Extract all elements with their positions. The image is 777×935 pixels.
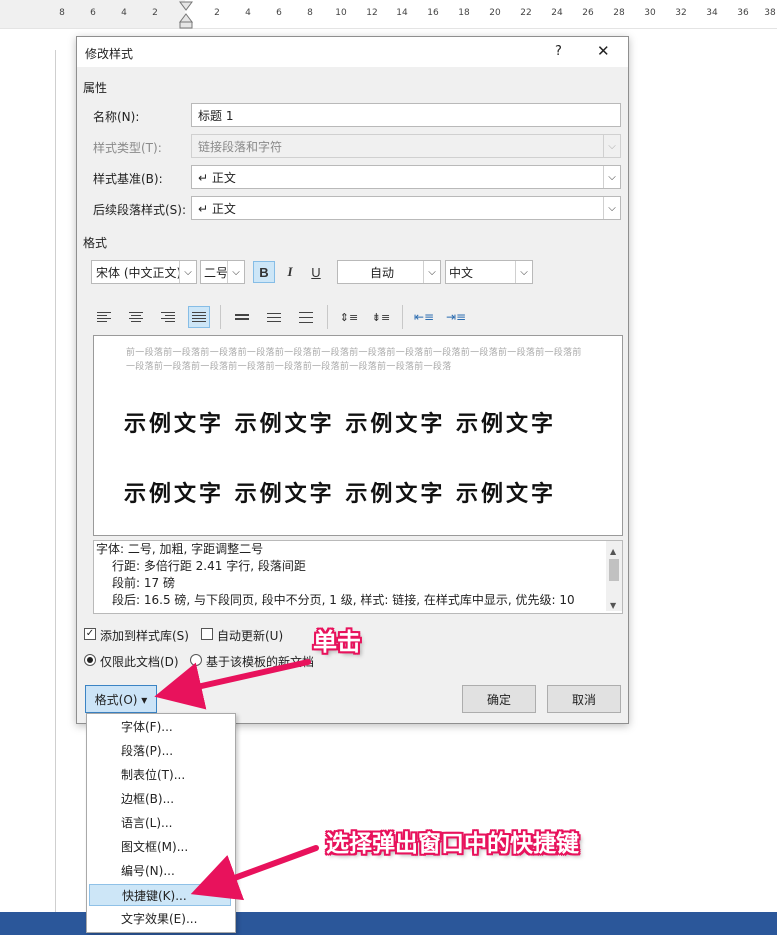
arrow-to-shortcut-item [190,845,319,901]
annotation-arrows [154,659,319,901]
arrow-to-format-button [154,659,311,710]
